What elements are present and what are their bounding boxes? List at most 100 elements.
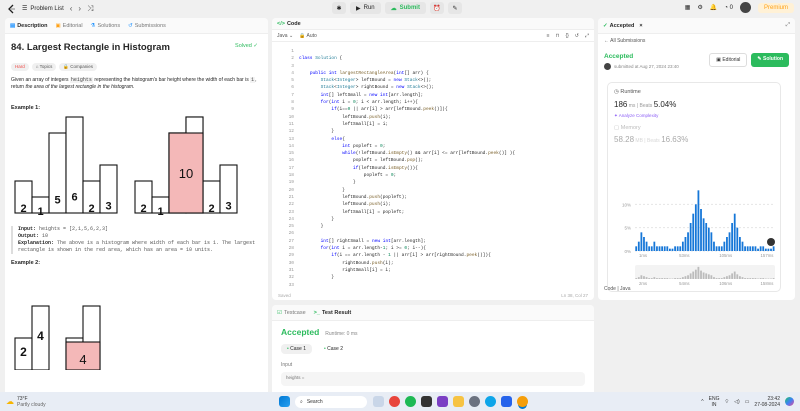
topics-badge[interactable]: ⌂ Topics [31, 63, 57, 71]
all-submissions-link[interactable]: ← All Submissions [598, 34, 795, 48]
chart-bar [653, 241, 656, 251]
problem-list-button[interactable]: ☰ Problem List [22, 5, 64, 13]
note-icon[interactable]: ≡ [547, 33, 550, 39]
battery-icon[interactable]: ▭ [745, 399, 750, 405]
chart-bar [713, 241, 715, 251]
file-explorer-icon[interactable] [452, 396, 464, 407]
case-1-button[interactable]: • Case 1 [281, 344, 312, 354]
book-icon: ▣ [55, 22, 61, 29]
mini-chart-bar [702, 272, 705, 279]
avatar[interactable] [739, 2, 751, 13]
mini-chart-bar [653, 277, 656, 279]
streak-counter[interactable]: ◔ 0 [724, 5, 733, 11]
chart-bar [689, 223, 692, 251]
clock[interactable]: 23:42 27-08-2024 [754, 396, 780, 408]
problem-title[interactable]: 84. Largest Rectangle in Histogram [11, 42, 262, 53]
line-number: 32 [288, 275, 294, 281]
edge-icon[interactable] [484, 396, 496, 407]
braces-icon[interactable]: {} [565, 33, 568, 39]
list-icon: ☰ [22, 6, 28, 12]
tab-testcase[interactable]: ☑ Testcase [277, 310, 306, 316]
mini-chart-bar [656, 278, 658, 279]
editorial-label: Editorial [722, 57, 741, 63]
autocomplete-toggle[interactable]: 🔒 Auto [299, 33, 317, 39]
example-1-box: Input: heights = [2,1,5,6,2,3] Output: 1… [11, 226, 262, 254]
next-problem-icon[interactable]: › [78, 4, 81, 13]
run-button[interactable]: ▶ Run [350, 2, 381, 14]
tab-code[interactable]: </> Code [277, 21, 301, 27]
tab-description[interactable]: ▤ Description [10, 23, 47, 29]
close-icon[interactable]: × [639, 23, 642, 29]
premium-button[interactable]: Premium [757, 2, 794, 13]
bar-value-label: 2 [88, 203, 94, 215]
line-number: 5 [291, 78, 294, 84]
chevron-up-icon[interactable]: ^ [701, 399, 703, 405]
chart-bar [637, 241, 640, 251]
mini-chart-bar [726, 276, 728, 279]
tab-submissions[interactable]: ↺ Submissions [128, 23, 166, 29]
line-number: 31 [288, 267, 294, 273]
weather-widget[interactable]: ☁ 73°F Partly cloudy [6, 396, 46, 408]
upload-icon: ☁ [390, 5, 397, 12]
debug-button[interactable]: ✱ [332, 2, 346, 14]
solution-button[interactable]: ✎ Solution [751, 53, 789, 67]
store-icon[interactable] [500, 396, 512, 407]
taskbar-search[interactable]: ⌕ Search [295, 395, 367, 408]
reset-icon[interactable]: ↺ [575, 33, 579, 39]
chrome-icon[interactable] [388, 396, 400, 407]
chart-bar [705, 223, 708, 251]
tab-accepted[interactable]: ✓ Accepted × [603, 23, 643, 29]
submission-status: Accepted [604, 53, 634, 60]
mini-chart-bar [746, 278, 749, 279]
copilot-icon[interactable] [785, 397, 794, 406]
settings-icon[interactable] [468, 396, 480, 407]
tab-editorial[interactable]: ▣ Editorial [55, 23, 82, 29]
companies-badge[interactable]: 🔒 Companies [59, 63, 98, 71]
volume-icon[interactable]: ◁) [734, 399, 740, 405]
settings-icon[interactable]: ⚙ [697, 4, 702, 11]
language-select[interactable]: Java ⌄ [277, 33, 293, 39]
chrome-active-icon[interactable] [516, 396, 528, 407]
tab-solutions[interactable]: ⚗ Solutions [91, 23, 121, 29]
chart-bar [650, 246, 653, 251]
timer-button[interactable]: ⏰ [429, 2, 444, 14]
fullscreen-icon[interactable]: ⤢ [585, 33, 589, 39]
runtime-distribution-chart[interactable]: 10% 5% 0% 1ms 53ms 105ms 157ms 2ms 54ms 106ms 158m… [609, 177, 781, 292]
code-brackets-icon: </> [277, 20, 285, 27]
runtime-value: 186 [614, 100, 628, 109]
vs-icon[interactable] [436, 396, 448, 407]
analyze-complexity-link[interactable]: ✦ Analyze Complexity [614, 113, 774, 119]
widgets-icon[interactable] [372, 396, 384, 407]
bell-icon[interactable]: 🔔 [710, 4, 717, 11]
language-indicator[interactable]: ENG IN [709, 396, 720, 408]
prev-problem-icon[interactable]: ‹ [70, 4, 73, 13]
mini-chart-bar [640, 275, 643, 279]
layout-icon[interactable]: ▦ [685, 4, 691, 11]
case-2-button[interactable]: • Case 2 [318, 344, 349, 354]
play-icon: ▶ [356, 5, 361, 12]
chart-bar [707, 227, 710, 251]
wifi-icon[interactable]: ⌔ [724, 399, 729, 405]
shuffle-icon[interactable]: ⤨ [87, 4, 93, 14]
app-icon[interactable] [420, 396, 432, 407]
editorial-button[interactable]: ▣ Editorial [709, 53, 748, 67]
tab-solutions-label: Solutions [97, 22, 121, 29]
line-number: 16 [288, 158, 294, 164]
submit-button[interactable]: ☁ Submit [384, 2, 426, 14]
memory-label: Memory [620, 125, 641, 131]
notes-button[interactable]: ✎ [447, 2, 462, 14]
spotify-icon[interactable] [404, 396, 416, 407]
line-number: 1 [291, 49, 294, 54]
avatar [604, 63, 611, 70]
windows-start-icon[interactable] [278, 396, 290, 407]
mini-chart-bar [715, 278, 718, 279]
mini-chart-bar [692, 271, 695, 279]
leetcode-logo-icon[interactable] [6, 3, 16, 14]
code-editor[interactable]: class Solution { public int largestRecta… [299, 48, 515, 289]
tab-test-result[interactable]: >_ Test Result [314, 310, 352, 316]
run-label: Run [363, 5, 375, 11]
bookmark-icon[interactable]: ⊓ [556, 33, 560, 39]
fullscreen-icon[interactable]: ⤢ [786, 22, 790, 29]
memory-section[interactable]: ▢ Memory 58.28 MB | Beats 16.63% [608, 125, 780, 144]
memory-beats: 16.63% [661, 135, 689, 144]
